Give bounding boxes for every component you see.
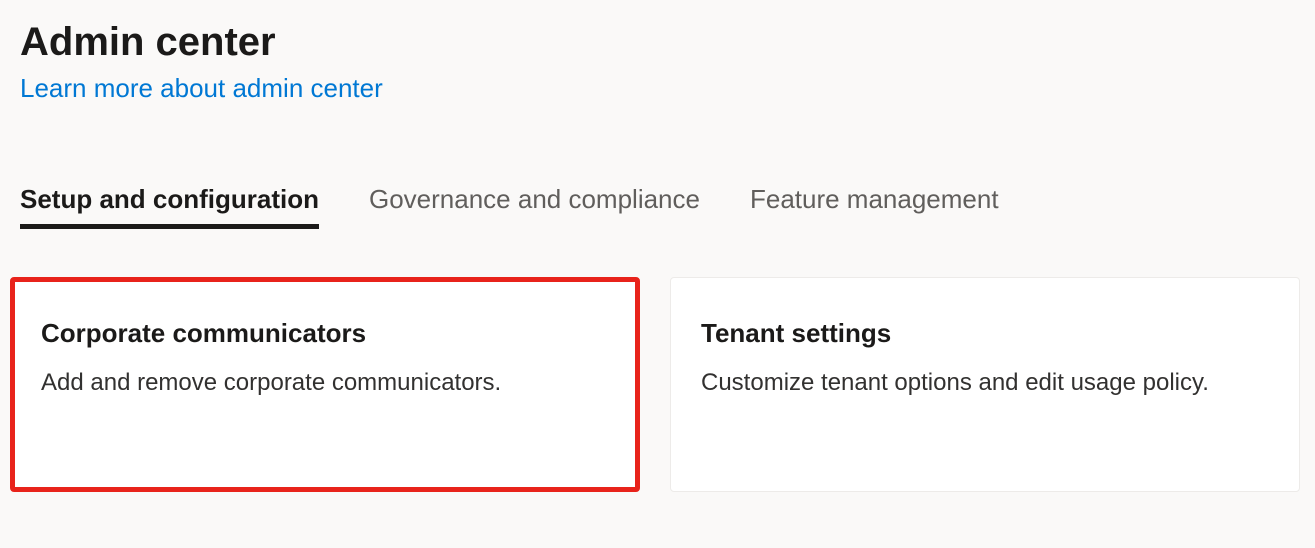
card-corporate-communicators[interactable]: Corporate communicators Add and remove c… (10, 277, 640, 492)
learn-more-link[interactable]: Learn more about admin center (20, 73, 383, 104)
tab-setup-configuration[interactable]: Setup and configuration (20, 184, 319, 227)
card-title: Tenant settings (701, 318, 1269, 349)
card-description: Customize tenant options and edit usage … (701, 369, 1269, 397)
tab-governance-compliance[interactable]: Governance and compliance (369, 184, 700, 227)
card-title: Corporate communicators (41, 318, 609, 349)
page-title: Admin center (20, 20, 1315, 65)
card-tenant-settings[interactable]: Tenant settings Customize tenant options… (670, 277, 1300, 492)
card-description: Add and remove corporate communicators. (41, 369, 609, 397)
cards-container: Corporate communicators Add and remove c… (20, 277, 1315, 492)
tab-feature-management[interactable]: Feature management (750, 184, 999, 227)
tab-bar: Setup and configuration Governance and c… (20, 184, 1315, 227)
